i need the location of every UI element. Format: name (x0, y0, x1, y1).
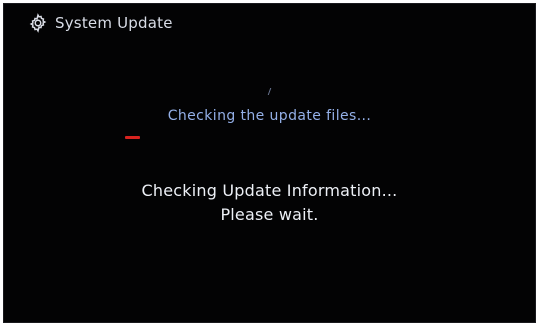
wait-message: Checking Update Information... Please wa… (4, 179, 535, 227)
status-text: Checking the update files... (167, 108, 372, 124)
loading-tick (267, 88, 272, 95)
gear-icon (29, 13, 47, 33)
page-title: System Update (55, 14, 173, 32)
progress-fill (125, 136, 140, 139)
message-line-2: Please wait. (220, 205, 319, 224)
update-screen: System Update Checking the update files.… (3, 3, 536, 323)
header: System Update (28, 10, 173, 36)
message-line-1: Checking Update Information... (141, 181, 398, 200)
progress-bar (125, 136, 425, 139)
